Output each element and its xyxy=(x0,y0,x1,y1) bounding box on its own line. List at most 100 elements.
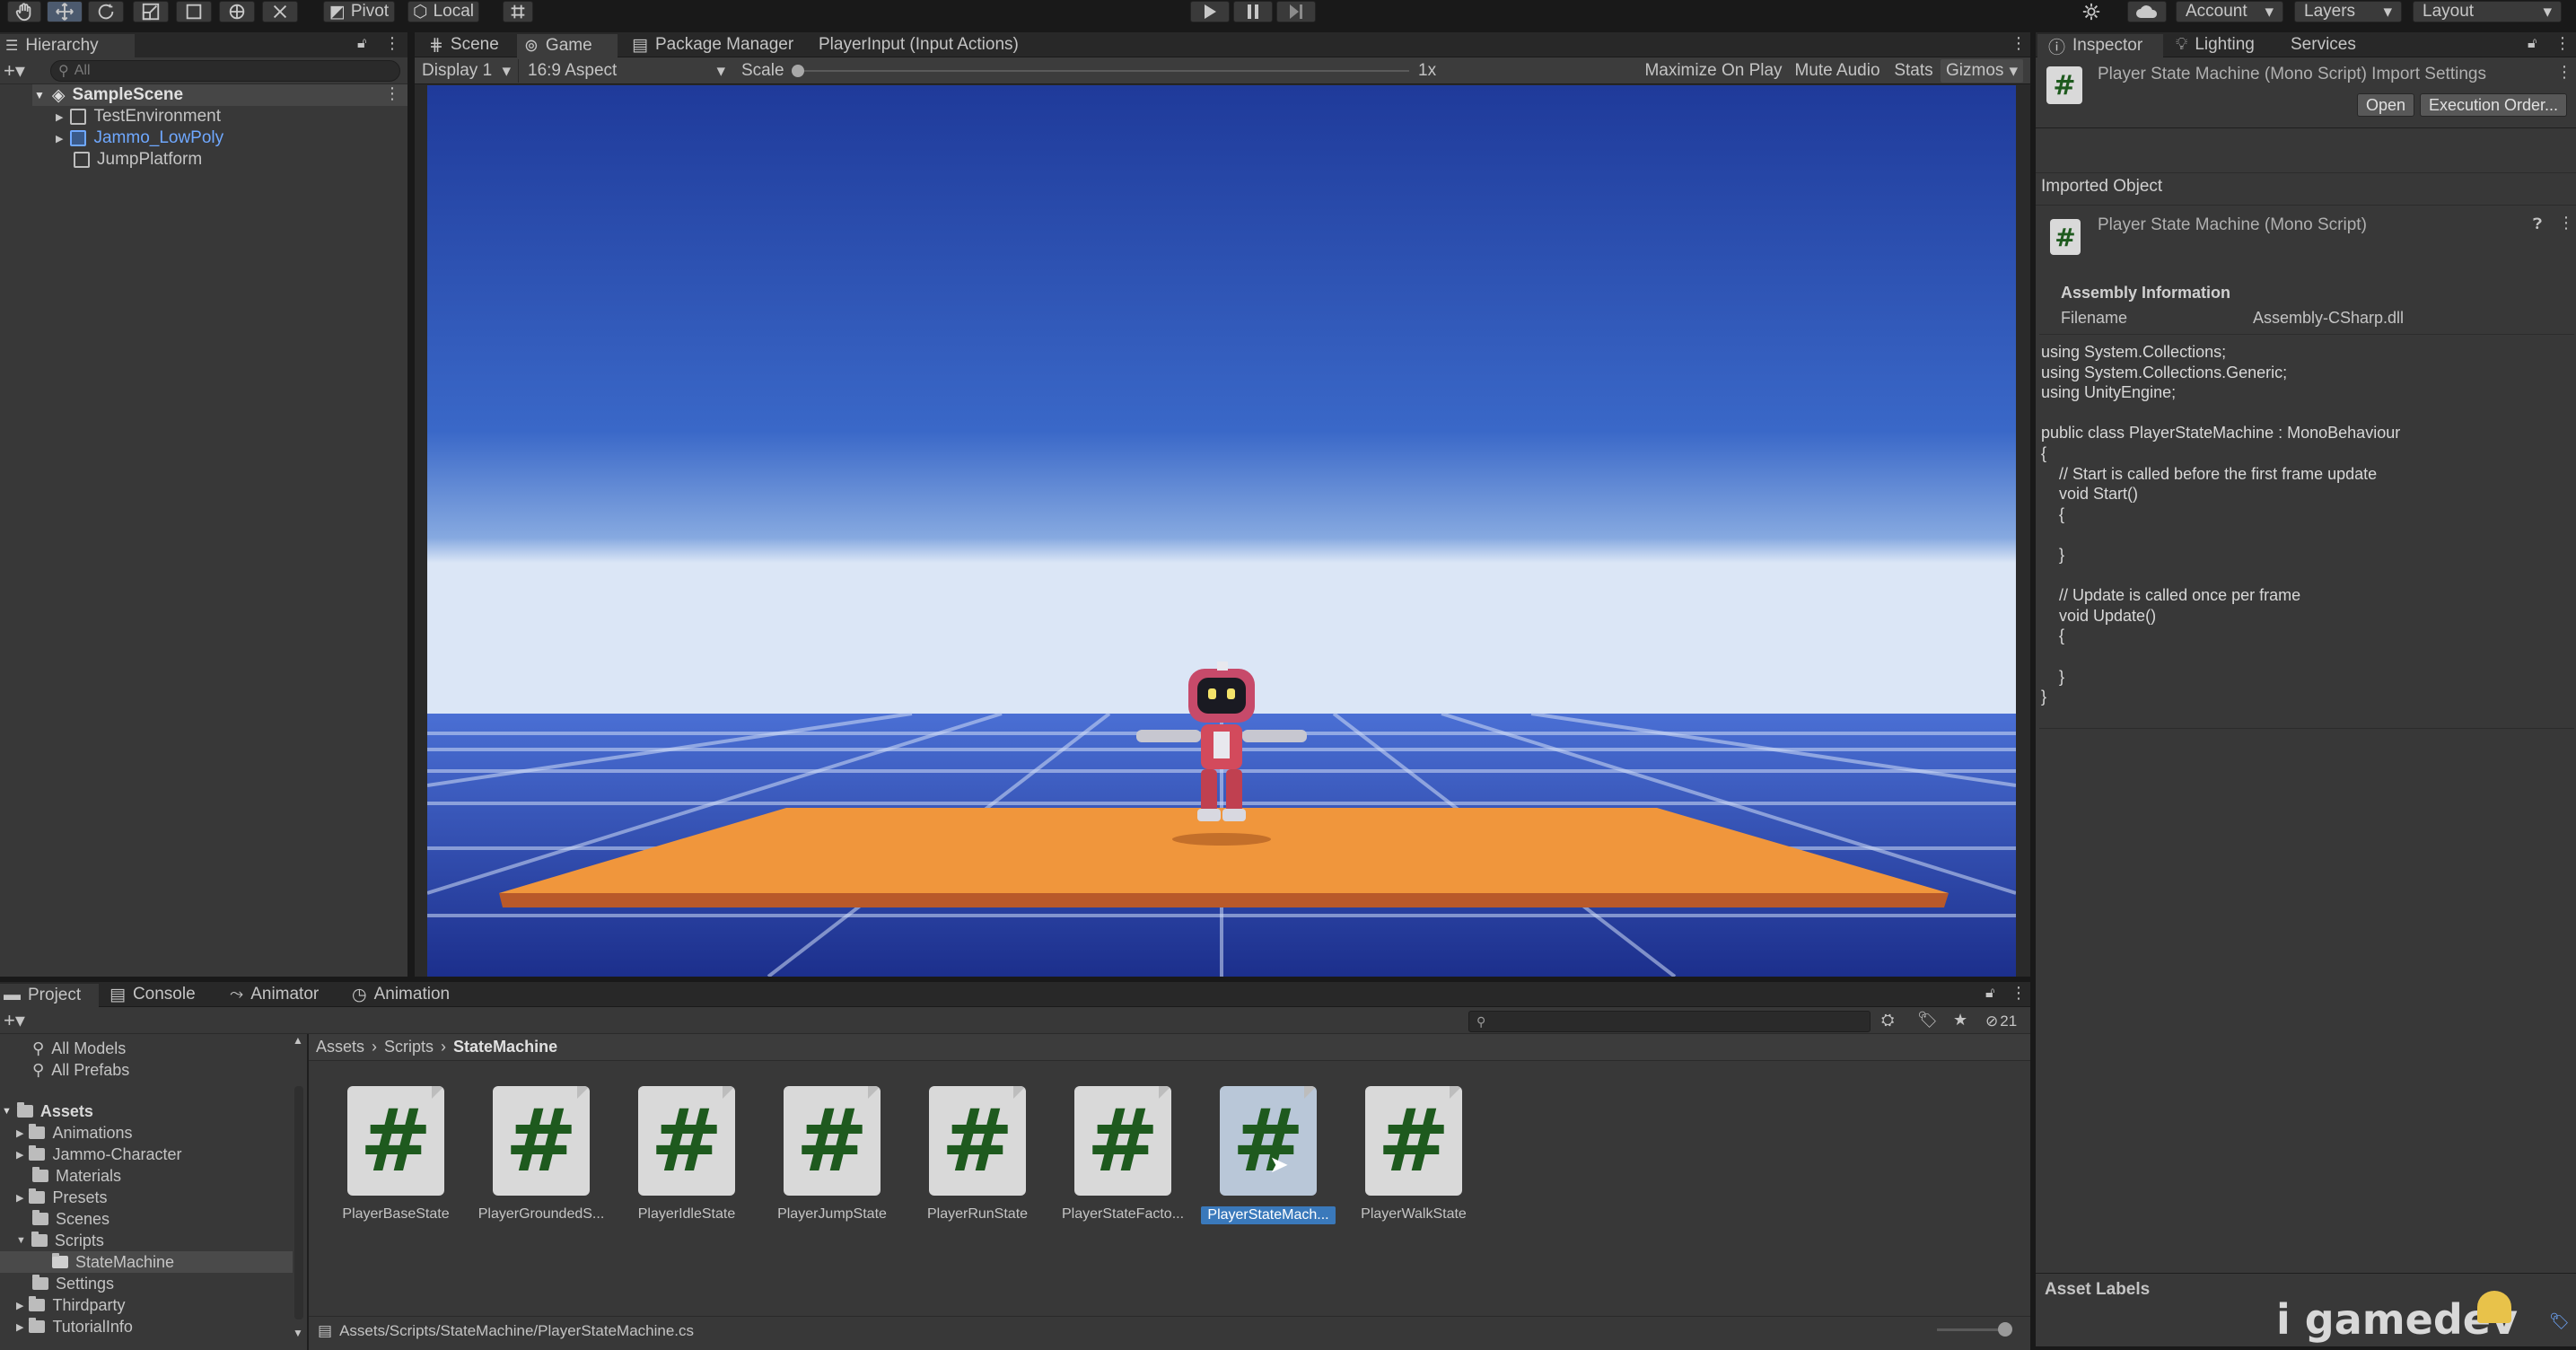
hierarchy-item-jumpplatform[interactable]: JumpPlatform xyxy=(74,149,202,171)
step-icon xyxy=(1290,4,1302,19)
display-dropdown[interactable]: Display 1 ▾ xyxy=(415,59,519,83)
tab-animation[interactable]: ◷ Animation xyxy=(352,984,469,1005)
tab-services[interactable]: Services xyxy=(2287,34,2395,56)
favorite-all-prefabs[interactable]: ⚲ All Prefabs xyxy=(32,1059,129,1081)
game-viewport[interactable] xyxy=(427,85,2016,977)
tab-lighting[interactable]: 💡︎ Lighting xyxy=(2172,34,2280,56)
kebab-menu-icon[interactable]: ⋮ xyxy=(2556,63,2572,82)
play-button[interactable] xyxy=(1190,1,1230,22)
account-dropdown[interactable]: Account ▾ xyxy=(2176,1,2283,22)
hand-tool-icon[interactable] xyxy=(7,1,41,22)
custom-tool-icon[interactable] xyxy=(262,1,298,22)
rect-tool-icon[interactable] xyxy=(176,1,212,22)
hierarchy-item-samplescene[interactable]: ▼ ◈ SampleScene xyxy=(34,84,183,106)
tab-inspector[interactable]: ⓘ Inspector xyxy=(2037,34,2163,57)
asset-item[interactable]: # PlayerJumpState xyxy=(765,1086,899,1223)
aspect-dropdown[interactable]: 16:9 Aspect ▾ xyxy=(521,59,732,83)
hidden-packages-toggle[interactable]: ⊘ 21 xyxy=(1985,1012,2017,1030)
scroll-down-icon[interactable]: ▼ xyxy=(293,1327,303,1339)
asset-item[interactable]: # PlayerBaseState xyxy=(329,1086,463,1223)
scale-slider-handle[interactable] xyxy=(792,65,804,77)
rotate-tool-icon[interactable] xyxy=(88,1,124,22)
favorite-all-models[interactable]: ⚲ All Models xyxy=(32,1038,126,1059)
search-by-label-icon[interactable]: 🏷︎ xyxy=(1917,1011,1938,1030)
cloud-icon[interactable] xyxy=(2127,1,2167,22)
asset-item[interactable]: # PlayerGroundedS... xyxy=(474,1086,609,1223)
folder-thirdparty[interactable]: ▶ Thirdparty xyxy=(16,1294,126,1316)
folder-animations[interactable]: ▶ Animations xyxy=(16,1122,133,1144)
step-button[interactable] xyxy=(1276,1,1316,22)
breadcrumb-item[interactable]: StateMachine xyxy=(453,1038,557,1056)
tab-animator[interactable]: ⤳ Animator xyxy=(230,984,337,1005)
kebab-menu-icon[interactable]: ⋮ xyxy=(2558,214,2574,232)
tab-game[interactable]: ⊚ Game xyxy=(517,34,618,57)
folder-materials[interactable]: Materials xyxy=(32,1165,121,1187)
tab-scene[interactable]: ⋕ Scene xyxy=(422,34,522,56)
tab-player-input[interactable]: PlayerInput (Input Actions) xyxy=(819,34,1061,56)
folder-assets[interactable]: ▼ Assets xyxy=(2,1100,93,1122)
mute-audio-toggle[interactable]: Mute Audio xyxy=(1790,59,1885,83)
hierarchy-item-testenvironment[interactable]: ▶ TestEnvironment xyxy=(56,106,221,127)
game-scene-render xyxy=(427,85,2016,977)
asset-item[interactable]: # PlayerRunState xyxy=(910,1086,1045,1223)
asset-item-selected[interactable]: # PlayerStateMach... xyxy=(1201,1086,1336,1224)
kebab-menu-icon[interactable]: ⋮ xyxy=(384,34,400,53)
maximize-on-play-toggle[interactable]: Maximize On Play xyxy=(1643,59,1784,83)
folder-settings[interactable]: Settings xyxy=(32,1273,114,1294)
gizmos-dropdown[interactable]: Gizmos ▾ xyxy=(1941,59,2023,83)
asset-item[interactable]: # PlayerStateFacto... xyxy=(1056,1086,1190,1223)
breadcrumb-item[interactable]: Assets xyxy=(316,1038,364,1056)
folder-label: Presets xyxy=(52,1188,108,1206)
project-search-input[interactable]: ⚲ xyxy=(1468,1011,1871,1032)
lock-icon[interactable]: 🔓︎ xyxy=(2528,36,2537,52)
layers-dropdown[interactable]: Layers ▾ xyxy=(2294,1,2402,22)
folder-tutorialinfo[interactable]: ▶ TutorialInfo xyxy=(16,1316,133,1337)
asset-item[interactable]: # PlayerIdleState xyxy=(619,1086,754,1223)
scale-tool-icon[interactable] xyxy=(133,1,169,22)
breadcrumb-item[interactable]: Scripts xyxy=(384,1038,434,1056)
chevron-down-icon: ▾ xyxy=(2265,2,2274,22)
move-tool-icon[interactable] xyxy=(47,1,83,22)
pivot-toggle[interactable]: ◩ Pivot xyxy=(323,1,395,22)
hierarchy-search-input[interactable]: ⚲ All xyxy=(50,60,400,82)
scroll-up-icon[interactable]: ▲ xyxy=(293,1034,303,1047)
tab-package-manager[interactable]: ▤ Package Manager xyxy=(625,34,813,56)
asset-label: PlayerWalkState xyxy=(1361,1206,1467,1222)
lock-icon[interactable]: 🔓︎ xyxy=(357,36,366,52)
collab-gear-icon[interactable] xyxy=(2073,1,2109,22)
stats-toggle[interactable]: Stats xyxy=(1888,59,1939,83)
asset-label: PlayerJumpState xyxy=(777,1206,887,1222)
hierarchy-item-jammo[interactable]: ▶ Jammo_LowPoly xyxy=(56,127,223,149)
tab-project[interactable]: ▬ Project xyxy=(0,984,99,1007)
asset-item[interactable]: # PlayerWalkState xyxy=(1346,1086,1481,1223)
tab-hierarchy[interactable]: ☰ Hierarchy xyxy=(0,34,135,57)
execution-order-button[interactable]: Execution Order... xyxy=(2420,93,2567,117)
scene-menu-icon[interactable]: ⋮ xyxy=(384,84,400,103)
folder-scripts[interactable]: ▼ Scripts xyxy=(16,1230,104,1251)
folder-presets[interactable]: ▶ Presets xyxy=(16,1187,108,1208)
kebab-menu-icon[interactable]: ⋮ xyxy=(2011,34,2027,53)
folder-statemachine[interactable]: StateMachine xyxy=(52,1251,174,1273)
create-asset-button[interactable]: +▾ xyxy=(4,1009,25,1032)
kebab-menu-icon[interactable]: ⋮ xyxy=(2011,984,2027,1003)
local-toggle[interactable]: ⬡ Local xyxy=(407,1,479,22)
open-button[interactable]: Open xyxy=(2357,93,2414,117)
pause-button[interactable] xyxy=(1233,1,1273,22)
add-object-button[interactable]: +▾ xyxy=(4,59,25,83)
icon-size-slider-handle[interactable] xyxy=(1998,1322,2012,1337)
grid-snap-icon[interactable] xyxy=(503,1,533,22)
mouse-cursor-icon: ➤ xyxy=(1269,1151,1289,1178)
folder-scenes[interactable]: Scenes xyxy=(32,1208,110,1230)
tree-scrollbar[interactable] xyxy=(294,1086,303,1319)
tag-icon[interactable]: 🏷︎ xyxy=(2549,1312,2570,1331)
lock-icon[interactable]: 🔓︎ xyxy=(1985,986,1994,1002)
layout-dropdown[interactable]: Layout ▾ xyxy=(2413,1,2562,22)
kebab-menu-icon[interactable]: ⋮ xyxy=(2554,34,2571,53)
transform-tool-icon[interactable] xyxy=(219,1,255,22)
help-icon[interactable]: ❓︎ xyxy=(2533,215,2542,233)
folder-jammo-character[interactable]: ▶ Jammo-Character xyxy=(16,1144,182,1165)
search-by-type-icon[interactable]: ⛭ xyxy=(1881,1011,1894,1030)
favorite-star-icon[interactable]: ★ xyxy=(1953,1011,1967,1030)
scale-slider-track[interactable] xyxy=(799,70,1409,72)
tab-console[interactable]: ▤ Console xyxy=(110,984,208,1005)
